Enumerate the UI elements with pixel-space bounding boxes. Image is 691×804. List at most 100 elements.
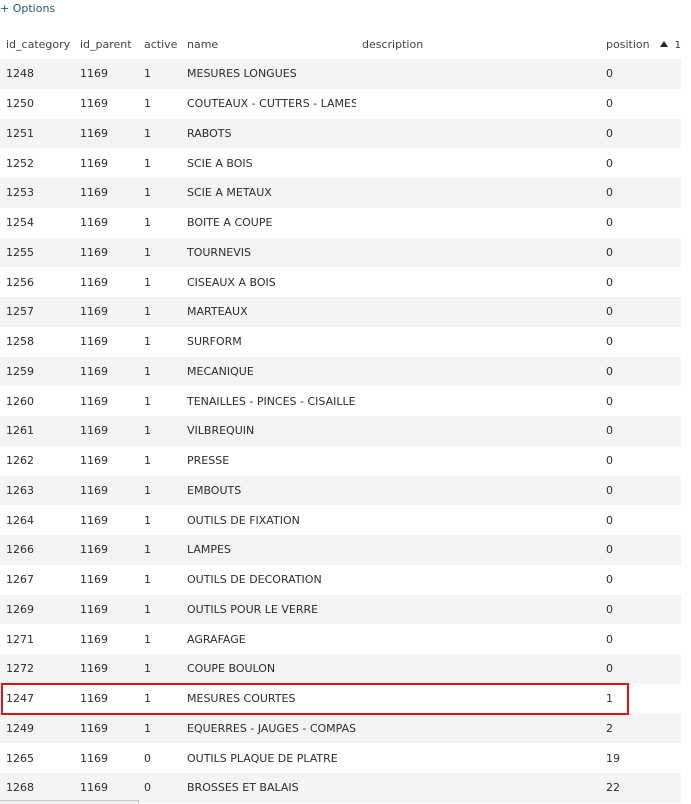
cell-name[interactable]: OUTILS DE DECORATION xyxy=(181,564,356,595)
cell-name[interactable]: OUTILS DE FIXATION xyxy=(181,505,356,535)
cell-position[interactable]: 0 xyxy=(600,654,681,684)
table-row[interactable]: 1253 1169 1 SCIE A METAUX 0 xyxy=(0,178,691,208)
cell-description[interactable] xyxy=(356,743,600,773)
cell-id-parent[interactable]: 1169 xyxy=(74,713,138,744)
cell-active[interactable]: 1 xyxy=(138,237,181,268)
cell-name[interactable]: COUTEAUX - CUTTERS - LAMES xyxy=(181,88,356,119)
cell-description[interactable] xyxy=(356,386,600,416)
cell-name[interactable]: AGRAFAGE xyxy=(181,624,356,654)
cell-description[interactable] xyxy=(356,118,600,149)
cell-id-category[interactable]: 1259 xyxy=(0,356,74,387)
cell-id-category[interactable]: 1272 xyxy=(0,654,74,684)
cell-description[interactable] xyxy=(356,148,600,178)
cell-description[interactable] xyxy=(356,535,600,565)
cell-active[interactable]: 1 xyxy=(138,624,181,654)
cell-active[interactable]: 0 xyxy=(138,773,181,803)
cell-position[interactable]: 0 xyxy=(600,88,681,119)
cell-description[interactable] xyxy=(356,59,600,89)
cell-active[interactable]: 1 xyxy=(138,59,181,89)
table-row[interactable]: 1260 1169 1 TENAILLES - PINCES - CISAILLES 0 xyxy=(0,386,691,416)
column-header-position[interactable]: position 1 xyxy=(600,30,691,59)
cell-id-parent[interactable]: 1169 xyxy=(74,386,138,416)
cell-name[interactable]: VILBREQUIN xyxy=(181,416,356,446)
table-row[interactable]: 1271 1169 1 AGRAFAGE 0 xyxy=(0,624,691,654)
table-row[interactable]: 1247 1169 1 MESURES COURTES 1 xyxy=(0,683,691,714)
cell-description[interactable] xyxy=(356,683,600,714)
cell-active[interactable]: 1 xyxy=(138,386,181,416)
cell-active[interactable]: 1 xyxy=(138,505,181,535)
cell-id-parent[interactable]: 1169 xyxy=(74,743,138,773)
cell-position[interactable]: 0 xyxy=(600,386,681,416)
cell-id-parent[interactable]: 1169 xyxy=(74,267,138,297)
cell-active[interactable]: 1 xyxy=(138,564,181,595)
cell-position[interactable]: 0 xyxy=(600,564,681,595)
cell-description[interactable] xyxy=(356,713,600,744)
cell-position[interactable]: 0 xyxy=(600,59,681,89)
cell-active[interactable]: 1 xyxy=(138,118,181,149)
cell-id-parent[interactable]: 1169 xyxy=(74,624,138,654)
cell-id-category[interactable]: 1257 xyxy=(0,297,74,327)
cell-active[interactable]: 0 xyxy=(138,743,181,773)
cell-id-category[interactable]: 1266 xyxy=(0,535,74,565)
cell-description[interactable] xyxy=(356,326,600,357)
cell-id-parent[interactable]: 1169 xyxy=(74,654,138,684)
column-header-id-parent[interactable]: id_parent xyxy=(74,30,138,59)
table-row[interactable]: 1259 1169 1 MECANIQUE 0 xyxy=(0,356,691,387)
cell-active[interactable]: 1 xyxy=(138,148,181,178)
table-row[interactable]: 1258 1169 1 SURFORM 0 xyxy=(0,326,691,357)
cell-position[interactable]: 0 xyxy=(600,445,681,476)
cell-name[interactable]: TOURNEVIS xyxy=(181,237,356,268)
cell-id-parent[interactable]: 1169 xyxy=(74,178,138,208)
cell-id-parent[interactable]: 1169 xyxy=(74,564,138,595)
table-row[interactable]: 1267 1169 1 OUTILS DE DECORATION 0 xyxy=(0,564,691,595)
table-row[interactable]: 1263 1169 1 EMBOUTS 0 xyxy=(0,475,691,506)
cell-id-category[interactable]: 1251 xyxy=(0,118,74,149)
cell-name[interactable]: OUTILS POUR LE VERRE xyxy=(181,594,356,625)
cell-position[interactable]: 0 xyxy=(600,267,681,297)
cell-position[interactable]: 0 xyxy=(600,118,681,149)
cell-id-parent[interactable]: 1169 xyxy=(74,683,138,714)
cell-name[interactable]: CISEAUX A BOIS xyxy=(181,267,356,297)
cell-name[interactable]: BOITE A COUPE xyxy=(181,207,356,238)
cell-name[interactable]: TENAILLES - PINCES - CISAILLES xyxy=(181,386,356,416)
table-row[interactable]: 1272 1169 1 COUPE BOULON 0 xyxy=(0,654,691,684)
cell-id-parent[interactable]: 1169 xyxy=(74,475,138,506)
column-header-active[interactable]: active xyxy=(138,30,181,59)
table-row[interactable]: 1249 1169 1 EQUERRES - JAUGES - COMPAS 2 xyxy=(0,713,691,744)
cell-position[interactable]: 19 xyxy=(600,743,681,773)
cell-name[interactable]: OUTILS PLAQUE DE PLATRE xyxy=(181,743,356,773)
cell-description[interactable] xyxy=(356,624,600,654)
cell-description[interactable] xyxy=(356,237,600,268)
cell-description[interactable] xyxy=(356,297,600,327)
sort-ascending-icon[interactable] xyxy=(659,41,668,47)
table-row[interactable]: 1255 1169 1 TOURNEVIS 0 xyxy=(0,237,691,268)
cell-id-parent[interactable]: 1169 xyxy=(74,207,138,238)
cell-description[interactable] xyxy=(356,88,600,119)
cell-active[interactable]: 1 xyxy=(138,326,181,357)
cell-id-parent[interactable]: 1169 xyxy=(74,237,138,268)
cell-id-parent[interactable]: 1169 xyxy=(74,416,138,446)
cell-description[interactable] xyxy=(356,178,600,208)
cell-description[interactable] xyxy=(356,416,600,446)
cell-id-parent[interactable]: 1169 xyxy=(74,535,138,565)
cell-name[interactable]: LAMPES xyxy=(181,535,356,565)
column-header-description[interactable]: description xyxy=(356,30,600,59)
cell-position[interactable]: 0 xyxy=(600,475,681,506)
cell-active[interactable]: 1 xyxy=(138,416,181,446)
cell-id-category[interactable]: 1261 xyxy=(0,416,74,446)
table-row[interactable]: 1251 1169 1 RABOTS 0 xyxy=(0,118,691,149)
cell-position[interactable]: 22 xyxy=(600,773,681,803)
cell-position[interactable]: 0 xyxy=(600,594,681,625)
cell-id-category[interactable]: 1248 xyxy=(0,59,74,89)
cell-id-parent[interactable]: 1169 xyxy=(74,297,138,327)
cell-name[interactable]: SCIE A METAUX xyxy=(181,178,356,208)
cell-name[interactable]: MESURES COURTES xyxy=(181,683,356,714)
cell-position[interactable]: 0 xyxy=(600,356,681,387)
cell-position[interactable]: 2 xyxy=(600,713,681,744)
cell-active[interactable]: 1 xyxy=(138,297,181,327)
cell-id-category[interactable]: 1260 xyxy=(0,386,74,416)
cell-id-category[interactable]: 1262 xyxy=(0,445,74,476)
cell-name[interactable]: EMBOUTS xyxy=(181,475,356,506)
cell-active[interactable]: 1 xyxy=(138,88,181,119)
cell-id-parent[interactable]: 1169 xyxy=(74,594,138,625)
